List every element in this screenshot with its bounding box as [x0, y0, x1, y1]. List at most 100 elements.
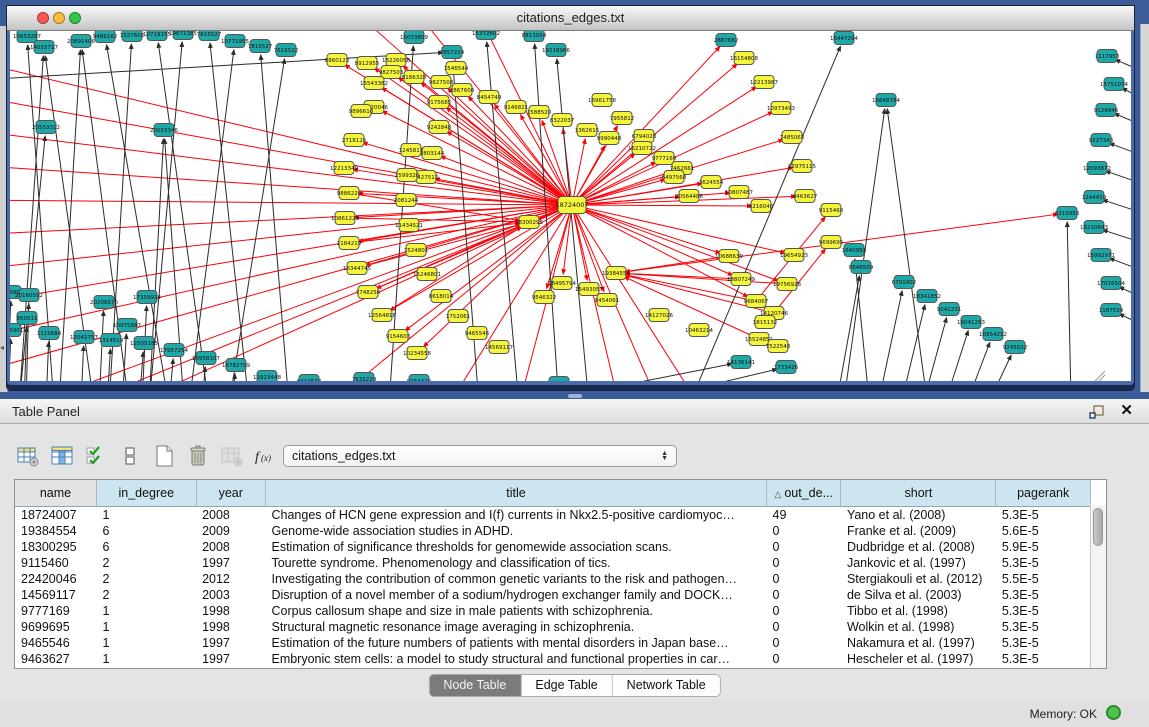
network-node[interactable]: 1752061 — [446, 310, 471, 323]
network-node[interactable]: 2867608 — [450, 84, 475, 97]
network-node[interactable]: 9227343 — [1089, 134, 1114, 147]
table-scrollbar-thumb[interactable] — [1093, 508, 1103, 546]
network-node[interactable]: 18724007 — [555, 197, 588, 214]
network-node[interactable]: 10771955 — [221, 35, 249, 48]
network-node[interactable]: 7485063 — [780, 131, 805, 144]
network-node[interactable]: 1187534 — [1099, 304, 1124, 317]
table-settings-icon[interactable] — [14, 443, 41, 470]
network-node[interactable]: 12213987 — [750, 76, 778, 89]
network-node[interactable]: 17359924 — [133, 291, 161, 304]
network-node[interactable]: 1362615 — [575, 124, 600, 137]
tab-network-table[interactable]: Network Table — [613, 675, 720, 696]
table-row[interactable]: 1938455462009Genome-wide association stu… — [15, 523, 1091, 539]
network-node[interactable]: 7748256 — [356, 286, 381, 299]
network-node[interactable]: 8813054 — [522, 31, 547, 42]
network-node[interactable]: 3624554 — [699, 176, 724, 189]
network-node[interactable]: 2718126 — [342, 134, 367, 147]
network-window-titlebar[interactable]: citations_edges.txt — [7, 6, 1134, 31]
table-row[interactable]: 977716911998Corpus callosum shape and si… — [15, 603, 1091, 619]
network-node[interactable]: 8912955 — [355, 57, 380, 70]
network-node[interactable]: 8442577 — [297, 375, 322, 382]
network-node[interactable]: 9896610 — [349, 105, 374, 118]
network-node[interactable]: 9463627 — [793, 190, 818, 203]
network-node[interactable]: 16648784 — [872, 94, 900, 107]
new-table-icon[interactable] — [150, 443, 177, 470]
network-node[interactable]: 14055717 — [30, 41, 58, 54]
network-node[interactable]: 16210643 — [1080, 221, 1108, 234]
network-node[interactable]: 8618014 — [429, 290, 454, 303]
close-icon[interactable]: ✕ — [1120, 401, 1133, 419]
table-scrollbar[interactable] — [1090, 505, 1106, 668]
network-node[interactable]: 10463214 — [685, 324, 713, 337]
network-node[interactable]: 1815132 — [753, 316, 778, 329]
network-node[interactable]: 20206576 — [90, 296, 118, 309]
network-node[interactable]: 9115460 — [819, 204, 844, 217]
network-node[interactable]: 2803144 — [420, 147, 445, 160]
table-row[interactable]: 1872400712008Changes of HCN gene express… — [15, 507, 1091, 524]
column-header-in_degree[interactable]: in_degree — [96, 480, 196, 507]
table-row[interactable]: 946362711997Embryonic stem cells: a mode… — [15, 651, 1091, 667]
network-node[interactable]: 9245022 — [1003, 341, 1028, 354]
network-node[interactable]: 20891406 — [67, 35, 95, 48]
network-node[interactable]: 7635229 — [352, 373, 377, 382]
network-node[interactable]: 20053346 — [150, 124, 178, 137]
network-node[interactable]: 9465546 — [465, 327, 490, 340]
network-node[interactable]: 1314519 — [99, 334, 124, 347]
network-node[interactable]: 9684067 — [744, 295, 769, 308]
network-node[interactable]: 12505185 — [130, 337, 158, 350]
table-row[interactable]: 911546021997Tourette syndrome. Phenomeno… — [15, 555, 1091, 571]
network-node[interactable]: 9827508 — [429, 76, 454, 89]
table-row[interactable]: 946554611997Estimation of the future num… — [15, 635, 1091, 651]
network-node[interactable]: 9886220 — [337, 187, 362, 200]
network-node[interactable]: 16344745 — [343, 262, 371, 275]
column-chooser-icon[interactable] — [48, 443, 75, 470]
network-node[interactable]: 18495794 — [548, 277, 576, 290]
network-node[interactable]: 15246801 — [413, 268, 441, 281]
network-node[interactable]: 9146821 — [504, 101, 529, 114]
network-node[interactable]: 12042757 — [70, 331, 98, 344]
network-node[interactable]: 9129946 — [1094, 104, 1119, 117]
network-node[interactable]: 18226058 — [382, 54, 410, 67]
network-node[interactable]: 19671385 — [169, 31, 197, 40]
network-node[interactable]: 9175685 — [427, 96, 452, 109]
network-node[interactable]: 14569117 — [485, 341, 513, 354]
network-node[interactable]: 10973493 — [767, 102, 795, 115]
network-node[interactable]: 2081244 — [394, 194, 419, 207]
network-node[interactable]: 16033809 — [400, 31, 428, 44]
network-node[interactable]: 19756928 — [773, 278, 801, 291]
network-node[interactable]: 16041293 — [957, 316, 985, 329]
network-node[interactable]: 2348091 — [547, 377, 572, 382]
network-node[interactable]: 1184219 — [337, 237, 362, 250]
network-node[interactable]: 3915901 — [10, 324, 23, 337]
network-node[interactable]: 7857224 — [440, 46, 465, 59]
collapse-left-arrow-icon[interactable]: ◂ — [0, 344, 4, 352]
network-node[interactable]: 14136141 — [727, 356, 755, 369]
network-node[interactable]: 16543382 — [360, 77, 388, 90]
table-row[interactable]: 1456911722003Disruption of a novel membe… — [15, 587, 1091, 603]
column-header-out_de[interactable]: △out_de... — [767, 480, 841, 507]
row-options-icon[interactable] — [116, 443, 143, 470]
network-node[interactable]: 15992971 — [1087, 249, 1115, 262]
network-node[interactable]: 11434521 — [395, 219, 423, 232]
network-node[interactable]: 1640953 — [842, 244, 867, 257]
network-node[interactable]: 10975887 — [113, 319, 141, 332]
network-node[interactable]: 8860123 — [325, 54, 350, 67]
network-node[interactable]: 9154420 — [407, 375, 432, 382]
network-node[interactable]: 6791902 — [892, 276, 917, 289]
network-node[interactable]: 18341852 — [913, 290, 941, 303]
network-node[interactable]: 10688639 — [715, 250, 743, 263]
network-node[interactable]: 10807487 — [725, 186, 753, 199]
delete-table-icon[interactable] — [184, 443, 211, 470]
network-node[interactable]: 10234558 — [403, 347, 431, 360]
column-header-pagerank[interactable]: pagerank — [996, 480, 1091, 507]
network-node[interactable]: 6216040 — [749, 200, 774, 213]
float-window-icon[interactable] — [1089, 404, 1105, 420]
network-node[interactable]: 10719155 — [143, 31, 171, 41]
network-node[interactable]: 18300295 — [515, 216, 543, 229]
network-node[interactable]: 1546544 — [444, 62, 469, 75]
network-node[interactable]: 1527602 — [120, 31, 145, 42]
network-node[interactable]: 7524801 — [404, 244, 429, 257]
network-node[interactable]: 16782759 — [222, 359, 250, 372]
network-node[interactable]: 1115684 — [37, 327, 62, 340]
network-node[interactable]: 7615527 — [197, 31, 222, 41]
